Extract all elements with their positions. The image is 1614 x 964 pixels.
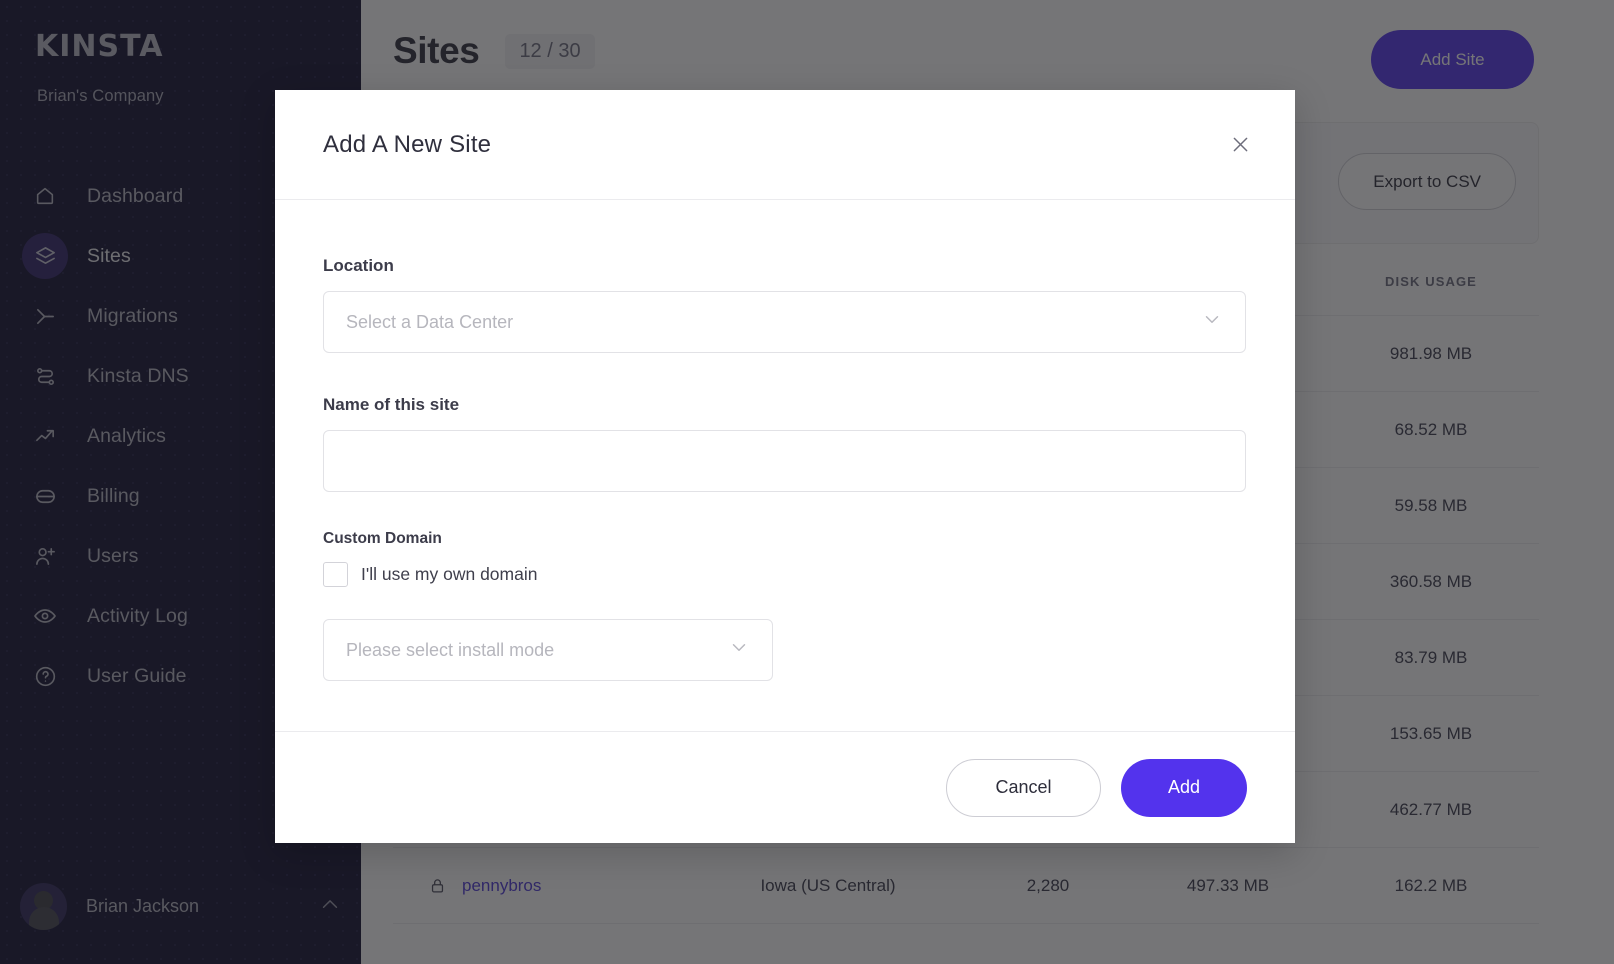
modal-header: Add A New Site [275,90,1295,200]
add-button[interactable]: Add [1121,758,1247,817]
modal-title: Add A New Site [323,130,492,158]
site-name-label: Name of this site [323,395,460,414]
site-name-input[interactable] [323,430,1246,492]
data-center-placeholder: Select a Data Center [346,311,514,332]
add-new-site-modal: Add A New Site Location Select a Data Ce… [275,90,1295,843]
custom-domain-label: Custom Domain [323,530,442,547]
install-mode-placeholder: Please select install mode [346,639,555,660]
cancel-button[interactable]: Cancel [946,758,1101,817]
install-mode-select[interactable]: Please select install mode [323,619,773,681]
own-domain-label: I'll use my own domain [361,564,538,584]
data-center-select[interactable]: Select a Data Center [323,291,1246,353]
chevron-down-icon [728,637,750,664]
modal-footer: Cancel Add [275,731,1295,843]
app-root: KINSTA Brian's Company Dashboard [0,0,1614,964]
own-domain-checkbox-row[interactable]: I'll use my own domain [323,562,1247,587]
modal-body: Location Select a Data Center Name of th… [275,200,1295,731]
location-label: Location [323,256,394,275]
close-icon[interactable] [1223,128,1257,162]
own-domain-checkbox[interactable] [323,562,348,587]
chevron-down-icon [1201,309,1223,336]
